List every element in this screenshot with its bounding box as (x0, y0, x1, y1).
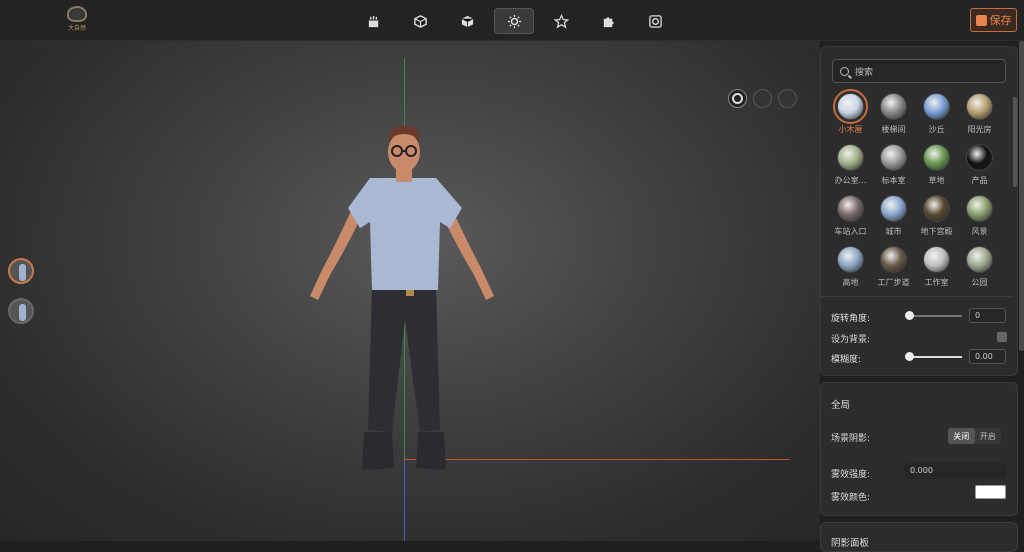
environment-item[interactable]: 工作室 (915, 246, 958, 288)
environment-scrollbar[interactable] (1013, 97, 1017, 187)
environment-thumbnail (837, 246, 864, 273)
save-label: 保存 (989, 14, 1012, 27)
environment-thumbnail (880, 246, 907, 273)
environment-thumbnail (966, 144, 993, 171)
environment-label: 阳光房 (967, 125, 992, 134)
fog-strength-label: 雾效强度: (831, 470, 871, 480)
environment-thumbnail (966, 246, 993, 273)
save-icon (975, 14, 987, 26)
environment-item[interactable]: 楼梯间 (872, 93, 915, 135)
environment-item[interactable]: 城市 (872, 195, 915, 237)
environment-thumbnail (966, 93, 993, 120)
page-scrollbar[interactable] (1019, 41, 1024, 541)
blur-slider[interactable] (905, 352, 962, 361)
panel-divider (821, 296, 1011, 297)
environment-item[interactable]: 高地 (829, 246, 872, 288)
search-input[interactable]: 搜索 (832, 59, 1006, 83)
save-button[interactable]: 保存 (970, 8, 1017, 32)
environment-label: 城市 (885, 227, 902, 236)
rotation-slider-knob[interactable] (905, 311, 914, 320)
environment-thumbnail (966, 195, 993, 222)
global-title: 全局 (831, 400, 851, 411)
environment-label: 产品 (971, 176, 988, 185)
environment-grid: 小木屋 楼梯间 沙丘 阳光房办公室... 标本室 草地 产品车站入口 城市 地下宫殿 风景高地 工厂… (829, 89, 1011, 288)
environment-thumbnail (880, 195, 907, 222)
environment-item[interactable]: 风景 (958, 195, 1001, 237)
environment-label: 办公室... (834, 176, 867, 185)
environment-label: 小木屋 (838, 125, 863, 134)
environment-label: 车站入口 (834, 227, 867, 236)
environment-item[interactable]: 草地 (915, 144, 958, 186)
shadow-label: 场景阴影: (831, 434, 871, 444)
environment-item[interactable]: 标本室 (872, 144, 915, 186)
shadow-toggle[interactable]: 关闭 开启 (948, 428, 1001, 444)
search-placeholder: 搜索 (855, 67, 874, 78)
environment-item[interactable]: 办公室... (829, 144, 872, 186)
environment-item[interactable]: 地下宫殿 (915, 195, 958, 237)
blur-slider-knob[interactable] (905, 352, 914, 361)
shadow-panel: 阴影面板 (820, 522, 1018, 552)
environment-item[interactable]: 工厂步道 (872, 246, 915, 288)
environment-thumbnail (923, 144, 950, 171)
character-shoes (362, 432, 446, 470)
environment-item[interactable]: 车站入口 (829, 195, 872, 237)
character-model[interactable] (0, 0, 820, 541)
environment-label: 工厂步道 (877, 278, 910, 287)
background-label: 设为背景: (831, 335, 871, 345)
fog-color-swatch[interactable] (975, 485, 1006, 499)
environment-label: 沙丘 (928, 125, 945, 134)
character-pants (368, 286, 440, 432)
background-checkbox[interactable] (997, 332, 1007, 342)
environment-label: 草地 (928, 176, 945, 185)
environment-label: 公园 (971, 278, 988, 287)
rotation-label: 旋转角度: (831, 314, 871, 324)
environment-thumbnail (923, 93, 950, 120)
environment-label: 工作室 (924, 278, 949, 287)
environment-item[interactable]: 产品 (958, 144, 1001, 186)
environment-item[interactable]: 小木屋 (829, 89, 872, 135)
rotation-slider[interactable] (905, 311, 962, 320)
environment-thumbnail (923, 195, 950, 222)
environment-item[interactable]: 阳光房 (958, 93, 1001, 135)
shadow-panel-title: 阴影面板 (831, 538, 870, 549)
rotation-value[interactable]: 0 (969, 308, 1006, 323)
environment-item[interactable]: 公园 (958, 246, 1001, 288)
environment-label: 风景 (971, 227, 988, 236)
environment-thumbnail (923, 246, 950, 273)
environment-thumbnail (880, 93, 907, 120)
shadow-off-option[interactable]: 关闭 (948, 428, 975, 444)
blur-value[interactable]: 0.00 (969, 349, 1006, 364)
environment-label: 高地 (842, 278, 859, 287)
shadow-on-option[interactable]: 开启 (975, 428, 1002, 444)
page-scrollbar-thumb[interactable] (1019, 41, 1024, 351)
environment-item[interactable]: 沙丘 (915, 93, 958, 135)
character-shirt (348, 178, 462, 290)
environment-label: 楼梯间 (881, 125, 906, 134)
fog-strength-input[interactable]: 0.000 (904, 463, 1007, 479)
fog-color-label: 雾效颜色: (831, 493, 871, 503)
environment-label: 标本室 (881, 176, 906, 185)
environment-thumbnail (837, 144, 864, 171)
environment-thumbnail (880, 144, 907, 171)
global-panel: 全局 场景阴影: 关闭 开启 雾效强度: 0.000 雾效颜色: (820, 382, 1018, 516)
environment-thumbnail (837, 195, 864, 222)
environment-label: 地下宫殿 (920, 227, 953, 236)
search-icon (840, 66, 849, 76)
environment-panel: 搜索 小木屋 楼梯间 沙丘 阳光房办公室... 标本室 草地 产品车站入口 城市 地下宫殿 风景高… (820, 46, 1018, 376)
environment-thumbnail (833, 89, 868, 124)
blur-label: 模糊度: (831, 355, 862, 365)
